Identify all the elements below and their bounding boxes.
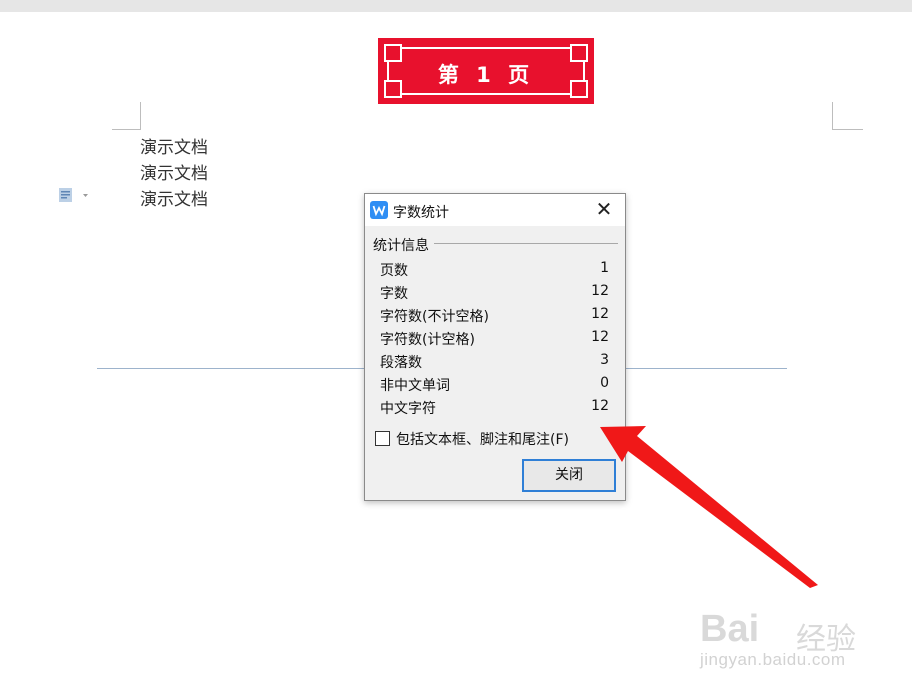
baidu-watermark-url: jingyan.baidu.com	[700, 650, 846, 669]
baidu-watermark-logo: Bai	[700, 608, 760, 650]
annotation-arrow	[600, 426, 818, 588]
